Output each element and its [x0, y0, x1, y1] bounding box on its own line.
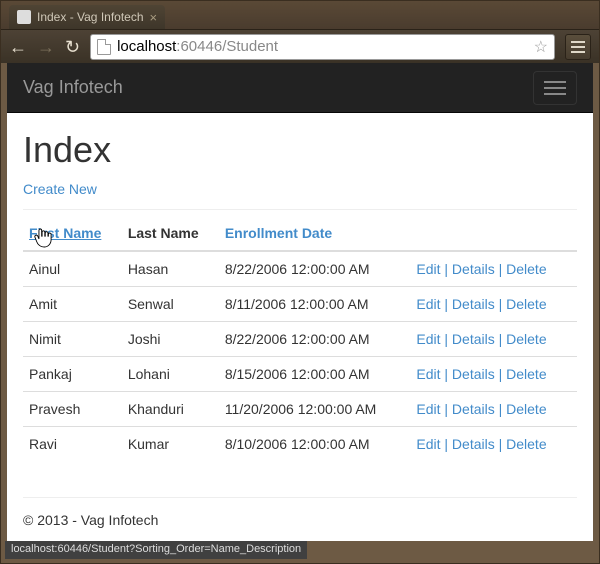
- reload-icon[interactable]: ↻: [65, 38, 80, 56]
- address-text: localhost:60446/Student: [117, 38, 528, 55]
- cell-enroll-date: 11/20/2006 12:00:00 AM: [219, 392, 411, 427]
- cell-first-name: Pravesh: [23, 392, 122, 427]
- details-link[interactable]: Details: [452, 366, 495, 382]
- edit-link[interactable]: Edit: [416, 401, 440, 417]
- forward-icon[interactable]: →: [37, 38, 55, 56]
- cell-actions: Edit | Details | Delete: [410, 427, 577, 462]
- cell-actions: Edit | Details | Delete: [410, 287, 577, 322]
- cell-last-name: Lohani: [122, 357, 219, 392]
- divider: [23, 209, 577, 210]
- cell-enroll-date: 8/10/2006 12:00:00 AM: [219, 427, 411, 462]
- col-actions: [410, 216, 577, 251]
- table-row: PankajLohani8/15/2006 12:00:00 AMEdit | …: [23, 357, 577, 392]
- details-link[interactable]: Details: [452, 331, 495, 347]
- favicon-icon: [17, 10, 31, 24]
- col-enroll-sort[interactable]: Enrollment Date: [225, 225, 332, 241]
- bookmark-star-icon[interactable]: ☆: [534, 37, 548, 57]
- col-first-name-sort[interactable]: First Name: [29, 225, 101, 241]
- delete-link[interactable]: Delete: [506, 436, 546, 452]
- cell-last-name: Kumar: [122, 427, 219, 462]
- cell-first-name: Ainul: [23, 251, 122, 287]
- browser-tab[interactable]: Index - Vag Infotech ×: [9, 5, 165, 29]
- footer-text: © 2013 - Vag Infotech: [23, 512, 158, 528]
- back-icon[interactable]: ←: [9, 38, 27, 56]
- cell-last-name: Joshi: [122, 322, 219, 357]
- col-last-name: Last Name: [122, 216, 219, 251]
- table-row: PraveshKhanduri11/20/2006 12:00:00 AMEdi…: [23, 392, 577, 427]
- cell-last-name: Senwal: [122, 287, 219, 322]
- delete-link[interactable]: Delete: [506, 366, 546, 382]
- delete-link[interactable]: Delete: [506, 331, 546, 347]
- cell-first-name: Ravi: [23, 427, 122, 462]
- edit-link[interactable]: Edit: [416, 436, 440, 452]
- cell-first-name: Nimit: [23, 322, 122, 357]
- table-row: RaviKumar8/10/2006 12:00:00 AMEdit | Det…: [23, 427, 577, 462]
- page-title: Index: [23, 129, 577, 171]
- edit-link[interactable]: Edit: [416, 366, 440, 382]
- tab-bar: Index - Vag Infotech ×: [1, 1, 599, 29]
- details-link[interactable]: Details: [452, 296, 495, 312]
- delete-link[interactable]: Delete: [506, 261, 546, 277]
- delete-link[interactable]: Delete: [506, 296, 546, 312]
- tab-title: Index - Vag Infotech: [37, 10, 144, 24]
- table-row: AinulHasan8/22/2006 12:00:00 AMEdit | De…: [23, 251, 577, 287]
- address-bar[interactable]: localhost:60446/Student ☆: [90, 34, 555, 60]
- create-new-link[interactable]: Create New: [23, 181, 97, 197]
- cell-first-name: Pankaj: [23, 357, 122, 392]
- cell-last-name: Hasan: [122, 251, 219, 287]
- table-row: AmitSenwal8/11/2006 12:00:00 AMEdit | De…: [23, 287, 577, 322]
- brand[interactable]: Vag Infotech: [23, 77, 123, 98]
- chrome-menu-icon[interactable]: [565, 34, 591, 60]
- cell-enroll-date: 8/15/2006 12:00:00 AM: [219, 357, 411, 392]
- status-bar: localhost:60446/Student?Sorting_Order=Na…: [5, 541, 307, 559]
- edit-link[interactable]: Edit: [416, 331, 440, 347]
- footer-divider: [23, 497, 577, 498]
- close-tab-icon[interactable]: ×: [150, 10, 158, 25]
- viewport: Vag Infotech Index Create New First Name…: [7, 63, 593, 541]
- cell-first-name: Amit: [23, 287, 122, 322]
- cell-enroll-date: 8/11/2006 12:00:00 AM: [219, 287, 411, 322]
- cell-actions: Edit | Details | Delete: [410, 322, 577, 357]
- students-table: First Name Last Name Enrollment Date Ain…: [23, 216, 577, 461]
- cell-actions: Edit | Details | Delete: [410, 357, 577, 392]
- cell-enroll-date: 8/22/2006 12:00:00 AM: [219, 322, 411, 357]
- table-row: NimitJoshi8/22/2006 12:00:00 AMEdit | De…: [23, 322, 577, 357]
- page-icon: [97, 39, 111, 55]
- nav-toggle-icon[interactable]: [533, 71, 577, 105]
- edit-link[interactable]: Edit: [416, 261, 440, 277]
- delete-link[interactable]: Delete: [506, 401, 546, 417]
- cell-actions: Edit | Details | Delete: [410, 251, 577, 287]
- edit-link[interactable]: Edit: [416, 296, 440, 312]
- site-navbar: Vag Infotech: [7, 63, 593, 113]
- cell-actions: Edit | Details | Delete: [410, 392, 577, 427]
- details-link[interactable]: Details: [452, 261, 495, 277]
- details-link[interactable]: Details: [452, 436, 495, 452]
- nav-bar: ← → ↻ localhost:60446/Student ☆: [1, 29, 599, 63]
- details-link[interactable]: Details: [452, 401, 495, 417]
- cell-enroll-date: 8/22/2006 12:00:00 AM: [219, 251, 411, 287]
- cell-last-name: Khanduri: [122, 392, 219, 427]
